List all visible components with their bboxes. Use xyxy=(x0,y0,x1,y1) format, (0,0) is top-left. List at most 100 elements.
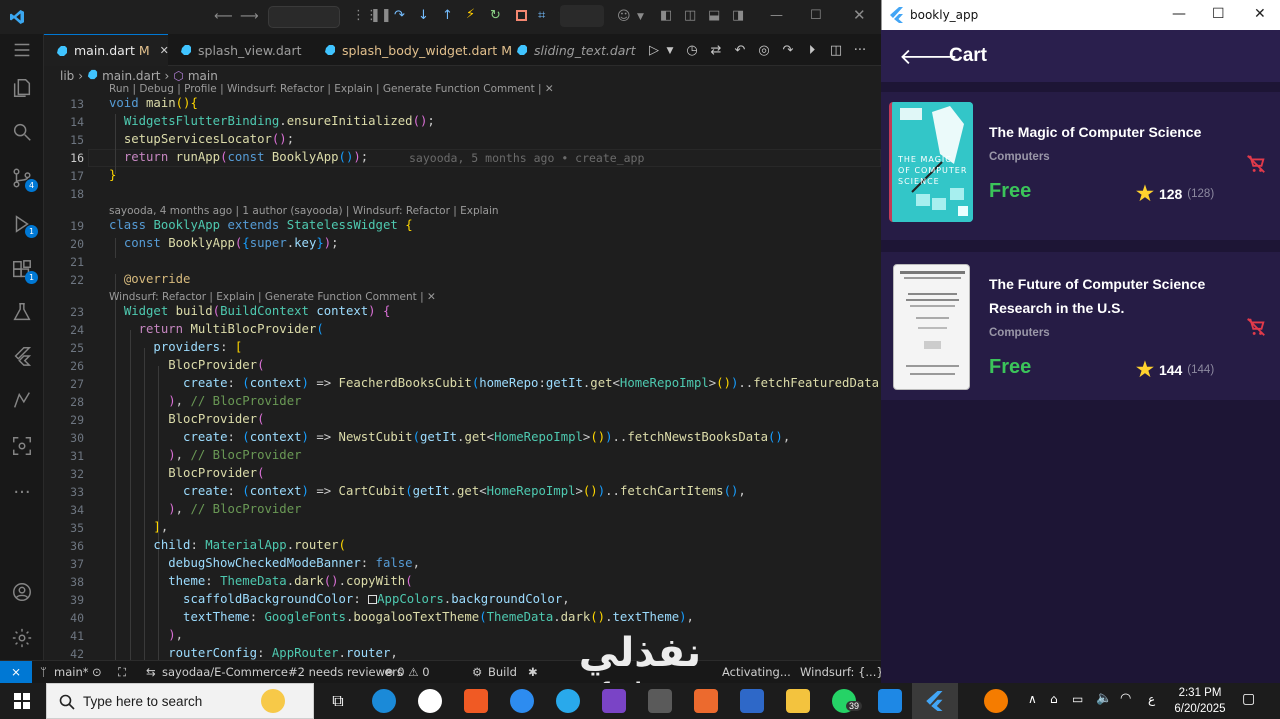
layout-sidebar-left-icon[interactable]: ◧ xyxy=(660,9,672,23)
whatsapp-icon[interactable]: 39 xyxy=(832,689,863,713)
telegram-icon[interactable] xyxy=(556,689,580,713)
input-language[interactable]: ع xyxy=(1148,692,1155,706)
edge-icon[interactable] xyxy=(372,689,396,713)
app-icon[interactable] xyxy=(602,689,626,713)
deploy-icon[interactable]: ⏵ xyxy=(804,43,820,59)
app-icon[interactable] xyxy=(648,689,672,713)
minimize-icon[interactable]: — xyxy=(1172,6,1186,22)
windsurf-status[interactable]: Windsurf: {...} xyxy=(800,665,884,679)
menu-icon[interactable] xyxy=(8,36,36,64)
account-icon[interactable] xyxy=(8,578,36,606)
remove-from-cart-icon[interactable] xyxy=(1245,153,1267,175)
wifi-icon[interactable]: ◠ xyxy=(1120,691,1131,706)
breadcrumb-file[interactable]: main.dart xyxy=(102,69,160,83)
back-arrow-icon[interactable]: ⟵ xyxy=(214,10,233,24)
close-icon[interactable]: ✕ xyxy=(853,8,866,23)
code-editor[interactable]: Run | Debug | Profile | Windsurf: Refact… xyxy=(44,82,881,660)
step-over-icon[interactable]: ↷ xyxy=(394,9,405,23)
store-icon[interactable] xyxy=(418,689,442,713)
build-button[interactable]: Build xyxy=(488,665,517,679)
battery-icon[interactable]: ▭ xyxy=(1072,692,1083,706)
windsurf-icon[interactable] xyxy=(8,386,36,414)
forward-arrow-icon[interactable]: ⟶ xyxy=(240,10,259,24)
step-out-icon[interactable]: ↑ xyxy=(442,9,453,23)
split-editor-icon[interactable]: ◫ xyxy=(828,43,844,59)
step-into-icon[interactable]: ↓ xyxy=(418,9,429,23)
tray-chevron-up-icon[interactable]: ∧ xyxy=(1028,692,1037,706)
pause-icon[interactable]: ❚❚ xyxy=(370,9,392,23)
flutter-icon[interactable] xyxy=(8,342,36,370)
more-icon[interactable]: ··· xyxy=(8,478,36,506)
maximize-icon[interactable]: ☐ xyxy=(1212,6,1225,22)
remote-indicator[interactable]: ⨯ xyxy=(0,661,32,683)
app-icon[interactable] xyxy=(510,689,534,713)
remote-explorer-icon[interactable] xyxy=(8,432,36,460)
commit-icon[interactable]: ◎ xyxy=(756,43,772,59)
book-title[interactable]: The Future of Computer Science Research … xyxy=(989,272,1259,320)
tab-splash-view[interactable]: splash_view.dart xyxy=(168,34,308,66)
cart-item[interactable]: THE MAGIC OF COMPUTER SCIENCE The Magic … xyxy=(881,92,1280,240)
source-control-icon[interactable]: 4 xyxy=(8,164,38,192)
chevron-down-icon[interactable]: ▼ xyxy=(662,43,678,59)
layout-sidebar-right-icon[interactable]: ◨ xyxy=(732,9,744,23)
taskbar-clock[interactable]: 2:31 PM 6/20/2025 xyxy=(1168,685,1232,717)
go-forward-icon[interactable]: ↷ xyxy=(780,43,796,59)
devtools-icon[interactable]: ⌗ xyxy=(538,9,545,23)
run-menu-icon[interactable]: ▷ xyxy=(646,43,662,59)
flutter-taskbar-active[interactable] xyxy=(912,683,958,719)
book-cover[interactable] xyxy=(893,264,970,390)
explorer-icon[interactable] xyxy=(8,74,36,102)
chevron-down-icon[interactable]: ▼ xyxy=(637,10,644,24)
volume-icon[interactable]: 🔈 xyxy=(1096,691,1112,706)
extensions-icon[interactable]: 1 xyxy=(8,256,38,284)
windows-start-icon[interactable] xyxy=(14,693,30,709)
branch-name[interactable]: main* xyxy=(54,665,88,679)
timeline-icon[interactable]: ◷ xyxy=(684,43,700,59)
go-back-icon[interactable]: ↶ xyxy=(732,43,748,59)
testing-icon[interactable] xyxy=(8,298,36,326)
tab-splash-body-widget[interactable]: splash_body_widget.dart M xyxy=(312,34,512,66)
run-debug-icon[interactable]: 1 xyxy=(8,210,38,238)
tab-sliding-text[interactable]: sliding_text.dart xyxy=(504,34,635,66)
more-actions-icon[interactable]: ··· xyxy=(852,43,868,59)
remove-from-cart-icon[interactable] xyxy=(1245,316,1267,338)
book-cover[interactable]: THE MAGIC OF COMPUTER SCIENCE xyxy=(889,102,973,222)
problems-count[interactable]: ⊗ 0 ⚠ 0 xyxy=(384,665,430,679)
search-icon[interactable] xyxy=(8,118,36,146)
vscode-taskbar-icon[interactable] xyxy=(878,689,902,713)
compare-changes-icon[interactable]: ⇄ xyxy=(708,43,724,59)
settings-gear-icon[interactable] xyxy=(8,624,36,652)
notifications-icon[interactable]: ▢ xyxy=(1242,691,1255,707)
app-icon[interactable] xyxy=(694,689,718,713)
codelens[interactable]: Windsurf: Refactor | Explain | Generate … xyxy=(109,291,436,303)
task-view-icon[interactable]: ⧉ xyxy=(326,689,350,713)
restart-icon[interactable]: ↻ xyxy=(490,9,501,23)
charts-app-icon[interactable] xyxy=(740,689,764,713)
codelens[interactable]: sayooda, 4 months ago | 1 author (sayood… xyxy=(109,205,499,217)
command-center[interactable] xyxy=(268,6,340,28)
git-graph-icon[interactable]: ⛶ xyxy=(118,665,126,680)
pull-request-status[interactable]: sayodaa/E-Commerce#2 needs reviewers xyxy=(162,665,403,679)
maximize-icon[interactable]: ☐ xyxy=(810,9,822,23)
layout-bottom-icon[interactable]: ⬓ xyxy=(708,9,720,23)
close-icon[interactable]: ✕ xyxy=(1254,6,1266,22)
tray-camera-icon[interactable]: ⌂ xyxy=(1050,692,1058,706)
file-explorer-icon[interactable] xyxy=(786,689,810,713)
layout-panel-icon[interactable]: ◫ xyxy=(684,9,696,23)
book-title[interactable]: The Magic of Computer Science xyxy=(989,120,1259,144)
breadcrumb-symbol[interactable]: main xyxy=(188,69,218,83)
copilot-icon[interactable]: ☺ xyxy=(617,10,631,24)
hot-reload-icon[interactable]: ⚡ xyxy=(466,8,475,22)
debug-config-select[interactable] xyxy=(560,5,604,27)
cart-item[interactable]: The Future of Computer Science Research … xyxy=(881,252,1280,400)
minimize-icon[interactable]: — xyxy=(770,9,783,23)
brave-icon[interactable] xyxy=(464,689,488,713)
breadcrumb-folder[interactable]: lib xyxy=(60,69,74,83)
codelens[interactable]: Run | Debug | Profile | Windsurf: Refact… xyxy=(109,83,554,95)
sync-icon[interactable]: ⊙ xyxy=(92,665,102,679)
tab-main-dart[interactable]: main.dart M ✕ xyxy=(44,34,169,66)
debug-icon[interactable]: ✱ xyxy=(528,665,538,679)
notification-app-icon[interactable] xyxy=(984,689,1008,713)
stop-icon[interactable] xyxy=(516,10,527,21)
taskbar-search-box[interactable]: Type here to search xyxy=(46,683,314,719)
